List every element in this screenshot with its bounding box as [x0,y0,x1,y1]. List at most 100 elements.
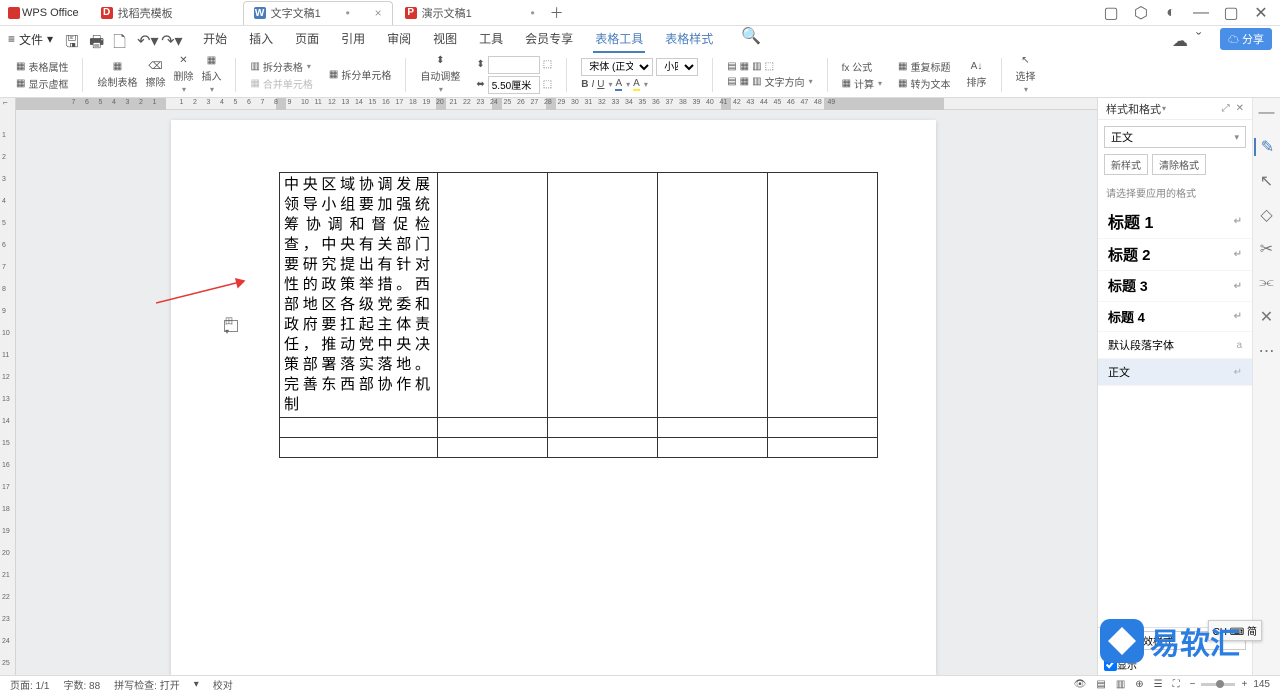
table-handle[interactable]: 田 ▾ [224,320,238,332]
search-icon[interactable]: 🔍 [741,26,757,42]
zoom-in[interactable]: + [1241,679,1247,690]
menu-table-style[interactable]: 表格样式 [663,26,715,53]
current-style-select[interactable]: 正文▾ [1104,126,1246,148]
adjust-icon[interactable]: ✕ [1258,308,1276,326]
erase-button[interactable]: ⌫擦除 [145,61,165,89]
caret-icon[interactable]: ˇ [1196,31,1212,47]
horizontal-ruler[interactable]: 1234567891011121314151617181920212223242… [16,98,1097,110]
zoom-out[interactable]: − [1190,679,1196,690]
show-grid-button[interactable]: ▦ 显示虚框 [16,76,68,91]
delete-button[interactable]: ✕删除▾ [173,55,193,94]
menu-insert[interactable]: 插入 [247,26,275,53]
align-button[interactable]: ⬚ [765,61,774,72]
page[interactable]: 田 ▾ 中央区域协调发展领导小组要加强统筹协调和督促检查，中央有关部门要研究提出… [171,120,936,675]
draw-table-button[interactable]: ▦绘制表格 [97,61,137,89]
split-table-button[interactable]: ▥ 拆分表格 ▾ [250,59,312,74]
width-input[interactable] [488,76,540,94]
font-select[interactable]: 宋体 (正文) [581,58,653,76]
cube-icon[interactable]: ▢ [1104,6,1118,20]
link-icon[interactable]: ⫘ [1258,274,1276,292]
spell-status[interactable]: 拼写检查: 打开 [114,677,180,692]
tab-presentation[interactable]: P 演示文稿1 • [395,1,545,25]
more-icon[interactable]: ⋯ [1258,342,1276,360]
style-body[interactable]: 正文↵ [1098,359,1252,386]
to-text-button[interactable]: ▦ 转为文本 [898,76,950,91]
table-props-button[interactable]: ▦ 表格属性 [16,59,68,74]
align-tr[interactable]: ▥ [752,61,761,72]
align-br[interactable]: ▥ [752,76,761,87]
formula-button[interactable]: fx 公式 [842,59,882,74]
highlight-button[interactable]: A [633,78,640,91]
maximize-button[interactable]: ▢ [1224,6,1238,20]
view-read-icon[interactable]: ▤ [1096,679,1105,690]
share-button[interactable]: ☁ 分享 [1220,28,1272,50]
vertical-ruler[interactable]: ⌐ 12345678910111213141516171819202122232… [0,98,16,675]
view-print-icon[interactable]: ▥ [1116,679,1125,690]
box-icon[interactable]: ⬡ [1134,6,1148,20]
file-menu[interactable]: ≡ 文件 ▾ [8,31,53,48]
insert-button[interactable]: ▦插入▾ [201,55,221,94]
close-button[interactable]: ✕ [1254,6,1268,20]
clip-icon[interactable]: ✂ [1258,240,1276,258]
split-cells-button[interactable]: ▦ 拆分单元格 [329,67,391,82]
new-style-button[interactable]: 新样式 [1104,154,1148,175]
style-heading2[interactable]: 标题 2↵ [1098,239,1252,271]
word-count[interactable]: 字数: 88 [63,677,100,692]
text-dir-button[interactable]: 文字方向 [765,74,805,89]
minimize-button[interactable]: — [1194,6,1208,20]
menu-table-tools[interactable]: 表格工具 [593,26,645,53]
select-button[interactable]: ↖选择▾ [1016,55,1036,94]
repeat-header-button[interactable]: ▦ 重复标题 [898,59,950,74]
autofit-button[interactable]: ⬍自动调整▾ [420,55,460,94]
bold-button[interactable]: B [581,79,588,90]
fit-icon[interactable]: ⛶ [1173,679,1180,690]
menu-page[interactable]: 页面 [293,26,321,53]
sort-button[interactable]: A↓排序 [967,61,987,89]
avatar-icon[interactable]: ◐ [1164,6,1178,20]
style-heading4[interactable]: 标题 4↵ [1098,302,1252,332]
proof-status[interactable]: 校对 [213,677,233,692]
tab-add[interactable]: ＋ [547,3,567,23]
menu-member[interactable]: 会员专享 [523,26,575,53]
align-bl[interactable]: ▤ [727,76,736,87]
font-color-button[interactable]: A [615,78,622,91]
zoom-value[interactable]: 145 [1253,679,1270,690]
pin-icon[interactable]: ⤢ [1222,103,1230,114]
clear-format-button[interactable]: 清除格式 [1152,154,1206,175]
align-tl[interactable]: ▤ [727,61,736,72]
collapse-icon[interactable]: — [1258,104,1276,122]
close-panel-icon[interactable]: ✕ [1236,103,1244,114]
align-bc[interactable]: ▦ [740,76,749,87]
tab-templates[interactable]: D 找稻壳模板 [91,1,241,25]
cell-text[interactable]: 中央区域协调发展领导小组要加强统筹协调和督促检查，中央有关部门要研究提出有针对性… [280,173,437,417]
cloud-icon[interactable]: ☁ [1172,31,1188,47]
row-height[interactable]: ⬍ ⬚ [476,56,552,74]
menu-start[interactable]: 开始 [201,26,229,53]
size-select[interactable]: 小四 [656,58,698,76]
menu-ref[interactable]: 引用 [339,26,367,53]
tab-close[interactable]: × [375,6,382,20]
document-table[interactable]: 中央区域协调发展领导小组要加强统筹协调和督促检查，中央有关部门要研究提出有针对性… [279,172,878,458]
zoom-control[interactable]: − + 145 [1190,679,1270,690]
underline-button[interactable]: U [597,79,604,90]
height-input[interactable] [488,56,540,74]
save-icon[interactable]: 🖫 [65,31,81,47]
view-web-icon[interactable]: ⊕ [1135,679,1143,690]
select-icon[interactable]: ↖ [1258,172,1276,190]
col-width[interactable]: ⬌ ⬚ [476,76,552,94]
tab-doc-active[interactable]: W 文字文稿1 • × [243,1,393,25]
italic-button[interactable]: I [591,79,594,90]
shape-icon[interactable]: ◇ [1258,206,1276,224]
page-status[interactable]: 页面: 1/1 [10,677,49,692]
menu-tools[interactable]: 工具 [477,26,505,53]
style-default-font[interactable]: 默认段落字体a [1098,332,1252,359]
pencil-icon[interactable]: ✎ [1254,138,1280,156]
style-heading1[interactable]: 标题 1↵ [1098,204,1252,239]
style-heading3[interactable]: 标题 3↵ [1098,271,1252,302]
view-eye-icon[interactable]: 👁 [1074,679,1087,690]
document-area[interactable]: 1234567891011121314151617181920212223242… [16,98,1097,675]
print-icon[interactable]: 🖶 [89,31,105,47]
menu-review[interactable]: 审阅 [385,26,413,53]
align-tc[interactable]: ▦ [740,61,749,72]
preview-icon[interactable]: 🗋 [113,31,129,47]
